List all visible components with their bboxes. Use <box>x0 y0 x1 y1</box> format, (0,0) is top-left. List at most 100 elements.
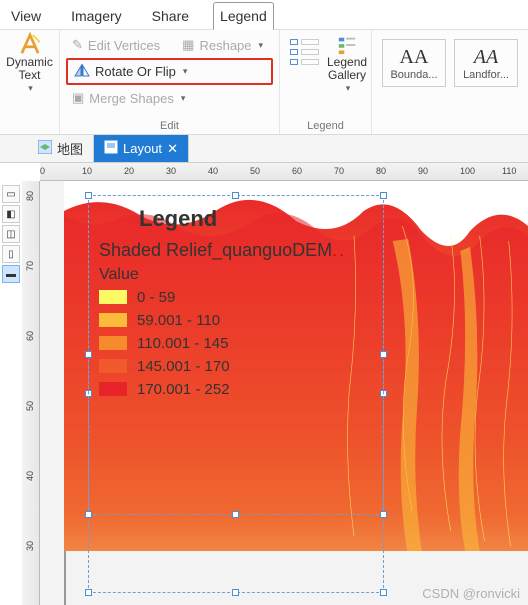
legend-item-label: 145.001 - 170 <box>137 358 230 375</box>
edit-vertices-label: Edit Vertices <box>88 38 160 53</box>
legend-group-label: Legend <box>286 118 365 134</box>
text-style-boundary[interactable]: AA Bounda... <box>382 39 446 87</box>
resize-handle[interactable] <box>380 511 387 518</box>
doc-tab-map[interactable]: 地图 <box>28 135 94 162</box>
legend-element[interactable]: Legend Shaded Relief_quanguoDEM.. Value … <box>93 200 352 407</box>
legend-swatch <box>99 359 127 373</box>
legend-style-icons[interactable] <box>286 33 323 118</box>
ruler-tick: 30 <box>25 541 35 551</box>
reshape-icon: ▦ <box>182 37 194 53</box>
page-canvas[interactable]: Legend Shaded Relief_quanguoDEM.. Value … <box>40 181 528 605</box>
reshape-button: ▦ Reshape ▾ <box>176 35 269 55</box>
ruler-tick: 80 <box>376 166 386 176</box>
legend-swatch <box>99 382 127 396</box>
doc-tab-layout-label: Layout <box>123 141 162 156</box>
ruler-tick: 70 <box>25 261 35 271</box>
ruler-tick: 60 <box>25 331 35 341</box>
selection-frame-inner[interactable]: Legend Shaded Relief_quanguoDEM.. Value … <box>88 195 384 515</box>
document-tab-bar: 地图 Layout ✕ <box>0 135 528 163</box>
dynamic-text-button[interactable]: Dynamic Text ▾ <box>6 33 53 134</box>
tool-button[interactable]: ▯ <box>2 245 20 263</box>
legend-item: 110.001 - 145 <box>99 332 346 355</box>
text-style-landform[interactable]: AA Landfor... <box>454 39 518 87</box>
doc-tab-map-label: 地图 <box>57 139 83 158</box>
layout-icon <box>104 140 118 157</box>
chevron-down-icon: ▾ <box>259 40 264 51</box>
ruler-tick: 50 <box>25 401 35 411</box>
ribbon-tab-row: View Imagery Share Legend <box>0 0 528 30</box>
resize-handle[interactable] <box>232 192 239 199</box>
merge-shapes-button: ▣ Merge Shapes ▾ <box>66 88 273 108</box>
chevron-down-icon: ▾ <box>183 66 188 77</box>
ruler-tick: 0 <box>40 166 45 176</box>
resize-handle[interactable] <box>380 192 387 199</box>
rotate-flip-icon <box>74 63 90 80</box>
resize-handle[interactable] <box>85 511 92 518</box>
reshape-label: Reshape <box>199 38 251 53</box>
tab-share[interactable]: Share <box>146 3 195 29</box>
tool-button[interactable]: ◧ <box>2 205 20 223</box>
tool-button[interactable]: ▭ <box>2 185 20 203</box>
horizontal-ruler: 0102030405060708090100110 <box>40 163 528 181</box>
legend-items: 0 - 59 59.001 - 110 110.001 - 145 145.001 -… <box>99 286 346 401</box>
tab-view[interactable]: View <box>5 3 47 29</box>
edit-group-label: Edit <box>66 118 273 134</box>
legend-gallery-label: Legend Gallery <box>327 56 367 82</box>
legend-item-label: 110.001 - 145 <box>137 335 228 352</box>
rotate-or-flip-button[interactable]: Rotate Or Flip ▾ <box>66 58 273 85</box>
legend-title: Legend <box>139 206 346 232</box>
dynamic-text-label: Dynamic Text <box>6 56 53 82</box>
resize-handle[interactable] <box>85 192 92 199</box>
edit-vertices-icon: ✎ <box>72 37 83 53</box>
doc-tab-layout[interactable]: Layout ✕ <box>94 135 189 162</box>
resize-handle[interactable] <box>85 589 92 596</box>
ruler-tick: 60 <box>292 166 302 176</box>
legend-item-label: 0 - 59 <box>137 289 175 306</box>
ruler-tick: 40 <box>25 471 35 481</box>
text-style-icon: AA <box>400 46 429 69</box>
vertical-toolbar: ▭ ◧ ◫ ▯ ▬ <box>0 181 22 283</box>
chevron-down-icon: ▾ <box>346 83 351 94</box>
ribbon: Dynamic Text ▾ ✎ Edit Vertices ▦ Reshape… <box>0 30 528 135</box>
legend-item: 0 - 59 <box>99 286 346 309</box>
tab-imagery[interactable]: Imagery <box>65 3 128 29</box>
chevron-down-icon: ▾ <box>181 93 186 104</box>
legend-value-label: Value <box>99 266 346 284</box>
merge-shapes-label: Merge Shapes <box>89 91 174 106</box>
text-style-label: Bounda... <box>390 69 437 81</box>
legend-item: 145.001 - 170 <box>99 355 346 378</box>
ruler-tick: 70 <box>334 166 344 176</box>
ruler-tick: 110 <box>502 166 516 176</box>
resize-handle[interactable] <box>85 351 92 358</box>
legend-item-label: 59.001 - 110 <box>137 312 220 329</box>
dynamic-text-icon <box>20 35 40 55</box>
vertical-ruler: 80 70 60 50 40 30 <box>22 181 40 605</box>
legend-swatch <box>99 290 127 304</box>
legend-gallery-icon <box>337 35 357 55</box>
resize-handle[interactable] <box>380 589 387 596</box>
legend-swatch <box>99 313 127 327</box>
tool-button[interactable]: ◫ <box>2 225 20 243</box>
close-icon[interactable]: ✕ <box>167 141 178 157</box>
text-style-label: Landfor... <box>463 69 509 81</box>
legend-item: 170.001 - 252 <box>99 378 346 401</box>
legend-item: 59.001 - 110 <box>99 309 346 332</box>
ruler-tick: 10 <box>82 166 92 176</box>
legend-layer-name: Shaded Relief_quanguoDEM.. <box>99 240 346 262</box>
resize-handle[interactable] <box>232 511 239 518</box>
map-icon <box>38 140 52 157</box>
ruler-tick: 100 <box>460 166 475 176</box>
layout-canvas: ▭ ◧ ◫ ▯ ▬ 0102030405060708090100110 8070… <box>0 163 528 605</box>
rotate-or-flip-label: Rotate Or Flip <box>95 64 176 79</box>
ruler-tick: 20 <box>124 166 134 176</box>
ruler-tick: 30 <box>166 166 176 176</box>
ruler-tick: 40 <box>208 166 218 176</box>
watermark: CSDN @ronvicki <box>422 586 520 601</box>
tab-legend[interactable]: Legend <box>213 2 274 30</box>
ruler-tick: 80 <box>25 191 35 201</box>
tool-button-active[interactable]: ▬ <box>2 265 20 283</box>
merge-shapes-icon: ▣ <box>72 90 84 106</box>
legend-gallery-button[interactable]: Legend Gallery ▾ <box>327 33 367 118</box>
resize-handle[interactable] <box>232 589 239 596</box>
resize-handle[interactable] <box>380 351 387 358</box>
